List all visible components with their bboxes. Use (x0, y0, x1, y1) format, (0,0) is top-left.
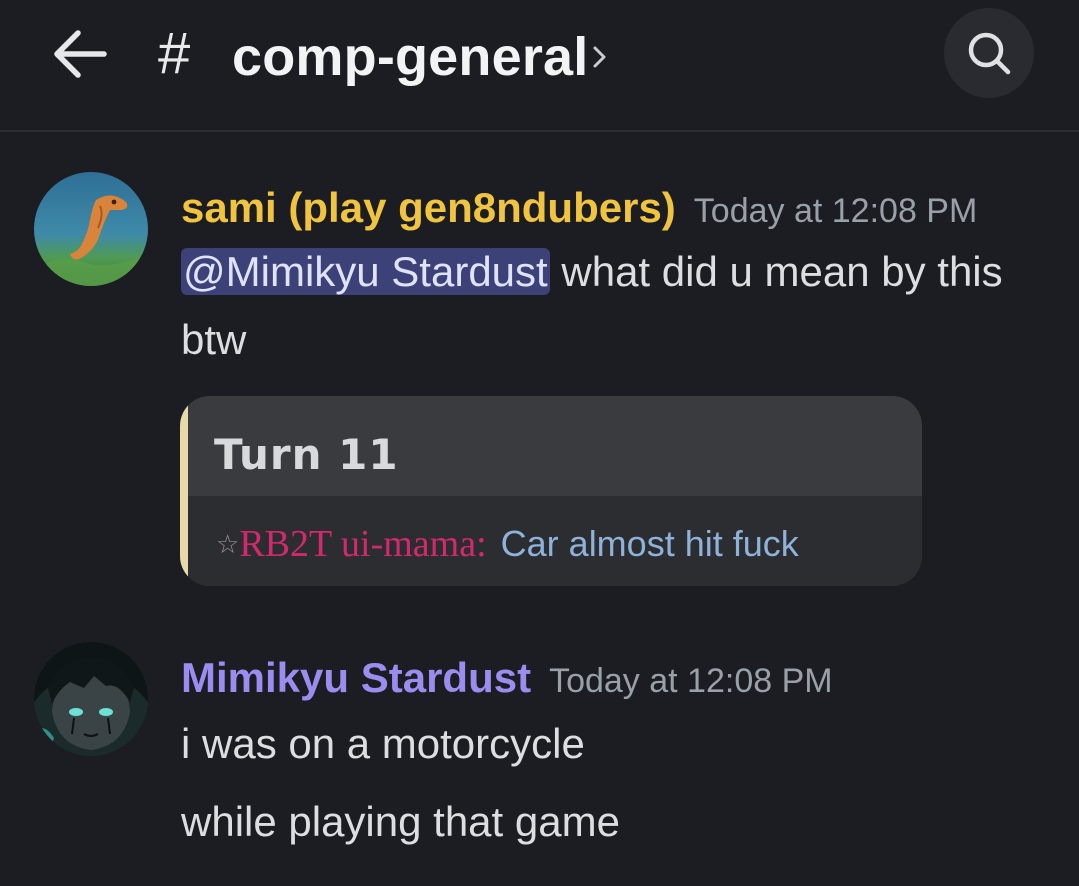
channel-name[interactable]: comp-general (232, 22, 589, 92)
channel-header: # comp-general (0, 0, 1079, 132)
avatar-sami[interactable] (34, 172, 148, 286)
timestamp: Today at 12:08 PM (693, 192, 978, 230)
seahorse-avatar-image (34, 172, 148, 286)
chevron-right-icon[interactable] (590, 40, 610, 74)
embed-username: RB2T ui-mama: (239, 523, 487, 565)
timestamp: Today at 12:08 PM (549, 662, 833, 700)
username[interactable]: sami (play gen8ndubers) (181, 184, 676, 231)
embed-accent-bar (180, 396, 188, 586)
anime-character-avatar-image (34, 642, 148, 756)
arrow-left-icon (54, 30, 107, 78)
message-header: sami (play gen8ndubers) Today at 12:08 PM (181, 180, 977, 239)
image-attachment[interactable]: Turn 11 ☆RB2T ui-mama: Car almost hit fuc… (180, 396, 922, 586)
embed-title: Turn 11 (214, 430, 399, 479)
star-icon: ☆ (216, 529, 240, 559)
message-text: i was on a motorcycle (181, 720, 585, 767)
avatar-mimikyu[interactable] (34, 642, 148, 756)
message-header: Mimikyu Stardust Today at 12:08 PM (181, 650, 833, 709)
chat-screen: # comp-general sami (play gen8ndubers) T… (0, 0, 1079, 886)
message-text: while playing that game (181, 798, 620, 845)
username[interactable]: Mimikyu Stardust (181, 654, 531, 701)
message-text: @Mimikyu Stardust what did u mean by thi… (181, 238, 1041, 374)
search-icon (968, 32, 1011, 75)
embed-chat-line: ☆RB2T ui-mama: Car almost hit fuck (216, 522, 799, 566)
channel-hash-icon: # (158, 21, 191, 86)
user-mention[interactable]: @Mimikyu Stardust (181, 248, 550, 295)
search-button[interactable] (944, 8, 1034, 98)
back-button[interactable] (50, 26, 110, 82)
embed-text: Car almost hit fuck (500, 523, 799, 564)
